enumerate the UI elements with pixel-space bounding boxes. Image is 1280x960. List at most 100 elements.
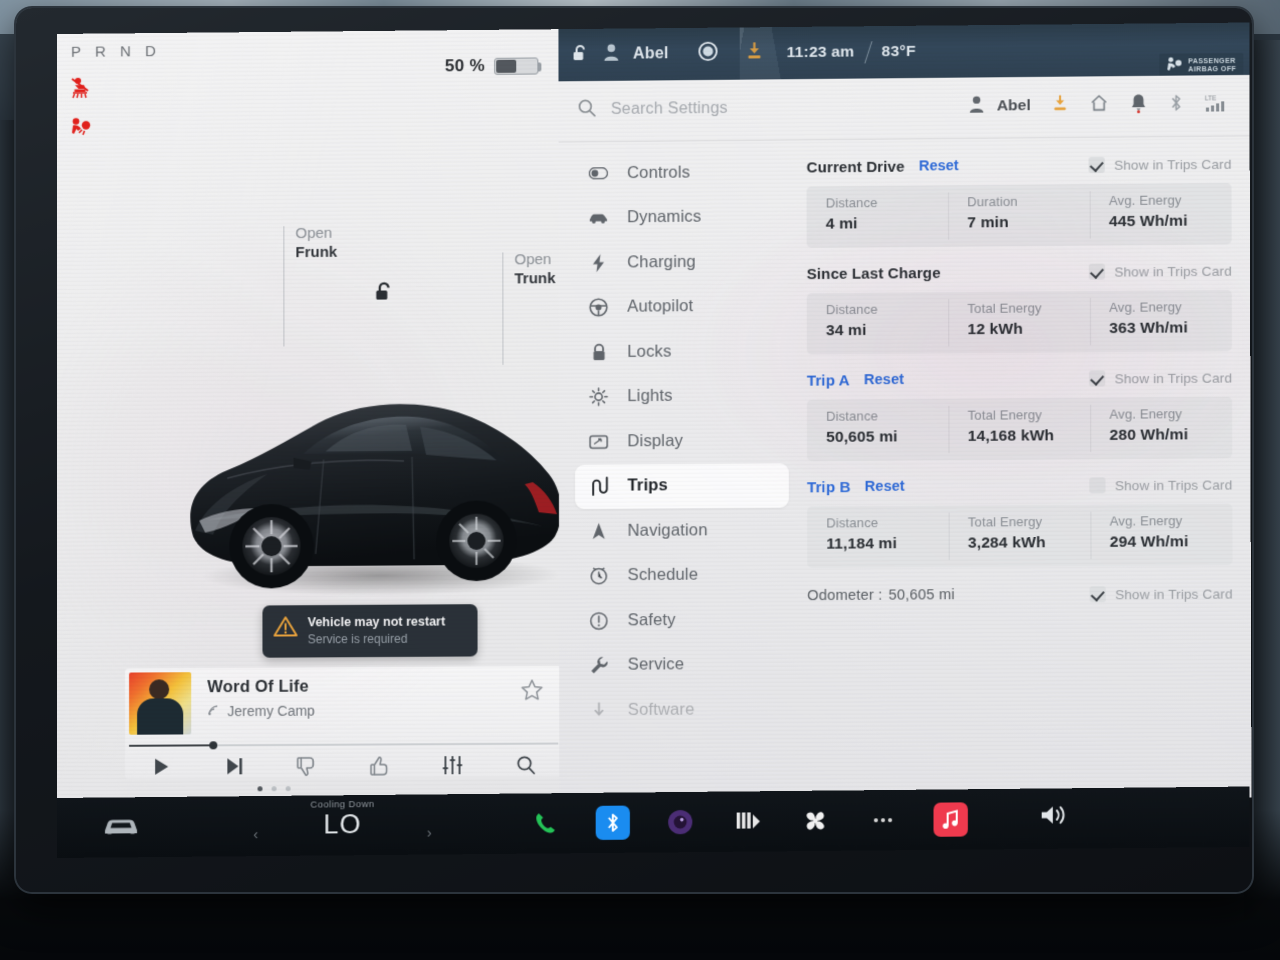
sidebar-item-controls[interactable]: Controls <box>575 150 789 197</box>
progress-knob[interactable] <box>209 741 218 750</box>
header-profile-name[interactable]: Abel <box>997 97 1031 115</box>
progress-filled <box>129 744 214 747</box>
trip-section-trip-a: Trip A Reset Show in Trips Card Distance… <box>807 365 1233 462</box>
lightning-bolt-icon <box>589 253 608 273</box>
show-in-trips-card-label-2: Show in Trips Card <box>1114 369 1233 386</box>
thumbs-down-button[interactable] <box>271 755 344 776</box>
battery-indicator[interactable]: 50 % <box>445 55 539 76</box>
sidebar-item-navigation[interactable]: Navigation <box>575 508 789 554</box>
checkbox-trip-a[interactable] <box>1089 370 1106 387</box>
show-in-trips-card-toggle-since-last-charge[interactable]: Show in Trips Card <box>1088 263 1232 280</box>
show-in-trips-card-toggle-trip-b[interactable]: Show in Trips Card <box>1089 476 1233 494</box>
sidebar-item-autopilot[interactable]: Autopilot <box>575 284 789 330</box>
media-page-dots[interactable] <box>257 786 291 792</box>
checkbox-current-drive[interactable] <box>1088 156 1105 174</box>
cell-key: Avg. Energy <box>1108 192 1182 209</box>
sidebar-item-lights[interactable]: Lights <box>575 373 789 419</box>
sidebar-label-locks: Locks <box>627 342 672 361</box>
section-title-since-last-charge: Since Last Charge <box>806 264 941 283</box>
show-in-trips-card-toggle-current-drive[interactable]: Show in Trips Card <box>1088 156 1232 174</box>
music-app-icon[interactable] <box>933 802 968 837</box>
lte-signal-icon[interactable]: LTE <box>1205 92 1231 117</box>
playback-progress-bar[interactable] <box>129 741 559 750</box>
cell-key: Total Energy <box>967 513 1043 530</box>
warning-triangle-icon <box>272 614 298 643</box>
climate-control[interactable]: Cooling Down LO ‹ › <box>247 798 438 843</box>
sidebar-item-charging[interactable]: Charging <box>575 239 789 285</box>
sidebar-label-autopilot: Autopilot <box>627 297 694 316</box>
notification-bell-icon[interactable] <box>1130 92 1147 117</box>
header-home-icon[interactable] <box>1089 93 1108 117</box>
toast-title: Vehicle may not restart <box>307 614 446 630</box>
frunk-target-label: Frunk <box>295 243 338 262</box>
reset-trip-a-button[interactable]: Reset <box>864 372 904 388</box>
sidebar-label-dynamics: Dynamics <box>627 207 702 227</box>
thumbs-up-button[interactable] <box>343 755 416 776</box>
fan-icon[interactable] <box>798 804 832 838</box>
trip-cell: Distance 50,605 mi <box>807 399 949 461</box>
page-dot-1[interactable] <box>257 786 263 792</box>
service-warning-toast[interactable]: Vehicle may not restart Service is requi… <box>262 604 478 658</box>
sidebar-item-dynamics[interactable]: Dynamics <box>575 194 789 241</box>
unlocked-padlock-icon[interactable] <box>373 280 395 309</box>
sidebar-label-schedule: Schedule <box>627 565 699 585</box>
sidebar-item-trips[interactable]: Trips <box>575 462 789 510</box>
bluetooth-icon[interactable] <box>595 805 630 840</box>
bluetooth-icon[interactable] <box>1168 92 1183 117</box>
play-button[interactable] <box>125 756 198 776</box>
reset-current-drive-button[interactable]: Reset <box>919 158 959 174</box>
vehicle-illustration[interactable] <box>175 355 577 609</box>
media-icon[interactable] <box>731 804 765 838</box>
open-trunk-button[interactable]: Open Trunk <box>514 250 555 289</box>
section-title-trip-b[interactable]: Trip B <box>807 478 851 495</box>
media-search-button[interactable] <box>489 754 562 776</box>
steering-wheel-icon <box>589 298 608 317</box>
cell-key: Distance <box>825 301 878 318</box>
sidebar-item-display[interactable]: Display <box>575 418 789 464</box>
chevron-left-icon[interactable]: ‹ <box>253 826 258 843</box>
trunk-action-label: Open <box>514 251 552 269</box>
chevron-right-icon[interactable]: › <box>427 824 432 841</box>
sidebar-label-charging: Charging <box>627 252 696 272</box>
search-settings-input[interactable]: Search Settings <box>577 94 969 123</box>
sidebar-item-locks[interactable]: Locks <box>575 329 789 375</box>
status-driver-name[interactable]: Abel <box>633 45 669 63</box>
show-in-trips-card-toggle-trip-a[interactable]: Show in Trips Card <box>1089 369 1233 387</box>
header-person-icon[interactable] <box>968 94 985 118</box>
open-frunk-button[interactable]: Open Frunk <box>295 224 337 263</box>
checkbox-odometer[interactable] <box>1089 586 1106 603</box>
car-front-icon[interactable] <box>103 815 139 842</box>
dashcam-icon[interactable] <box>663 805 697 839</box>
exclamation-circle-icon <box>589 611 608 630</box>
headlight-icon <box>589 387 608 406</box>
sidebar-item-software[interactable]: Software <box>575 687 789 733</box>
sidebar-item-schedule[interactable]: Schedule <box>575 552 789 598</box>
sidebar-label-controls: Controls <box>627 163 691 182</box>
checkbox-since-last-charge[interactable] <box>1088 263 1106 280</box>
section-header: Trip A Reset Show in Trips Card <box>807 365 1232 392</box>
trip-cell: Total Energy 14,168 kWh <box>948 398 1090 460</box>
top-status-bar: Abel 11:23 am 83°F <box>558 22 1250 82</box>
next-track-button[interactable] <box>198 756 271 776</box>
speaker-volume-icon[interactable] <box>1039 802 1069 833</box>
sidebar-item-service[interactable]: Service <box>575 642 789 688</box>
status-unlock-icon[interactable] <box>571 42 590 67</box>
equalizer-button[interactable] <box>416 755 489 775</box>
star-outline-icon[interactable] <box>520 678 544 706</box>
section-title-trip-a[interactable]: Trip A <box>807 372 850 389</box>
page-dot-2[interactable] <box>271 786 277 792</box>
media-player-card[interactable]: Word Of Life Jeremy Camp <box>125 666 563 779</box>
show-in-trips-card-toggle-odometer[interactable]: Show in Trips Card <box>1089 585 1233 603</box>
page-dot-3[interactable] <box>285 786 291 792</box>
show-in-trips-card-label-3: Show in Trips Card <box>1114 476 1233 493</box>
dashcam-record-icon[interactable] <box>698 41 719 67</box>
cell-key: Total Energy <box>967 407 1043 423</box>
reset-trip-b-button[interactable]: Reset <box>865 479 905 495</box>
sidebar-item-safety[interactable]: Safety <box>575 597 789 643</box>
taskbar-app-icons <box>528 789 968 853</box>
header-download-icon[interactable] <box>1052 94 1068 118</box>
checkbox-trip-b[interactable] <box>1089 477 1106 494</box>
status-person-icon[interactable] <box>603 43 620 67</box>
more-dots-icon[interactable] <box>866 803 900 837</box>
phone-icon[interactable] <box>528 806 562 840</box>
